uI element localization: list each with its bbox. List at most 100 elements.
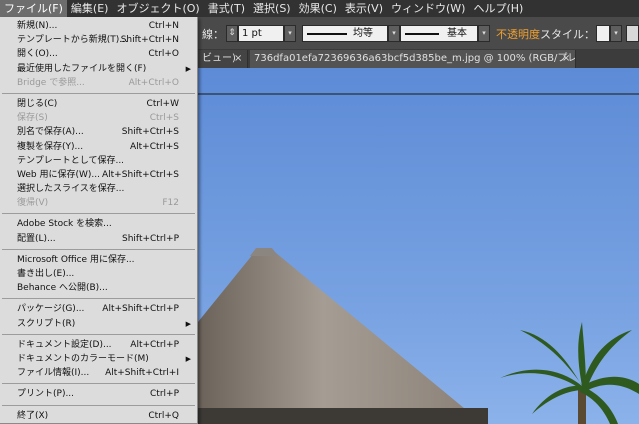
menu-item-label: テンプレートから新規(T)...: [17, 35, 128, 46]
menu-item-shortcut: Ctrl+Q: [148, 410, 179, 421]
file-menu-item[interactable]: Web 用に保存(W)... Alt+Shift+Ctrl+S: [0, 168, 197, 182]
menu-separator: [2, 213, 195, 215]
file-menu-item[interactable]: 最近使用したファイルを開く(F) ▶: [0, 62, 197, 76]
file-menu-item[interactable]: 閉じる(C) Ctrl+W: [0, 97, 197, 111]
menu-item-label: 新規(N)...: [17, 21, 58, 31]
menu-item-shortcut: Shift+Ctrl+N: [120, 35, 179, 46]
menu-item-shortcut: Ctrl+S: [149, 113, 179, 124]
file-menu-item[interactable]: 新規(N)... Ctrl+N: [0, 19, 197, 33]
menu-bar: ファイル(F) 編集(E) オブジェクト(O) 書式(T) 選択(S) 効果(C) 表示(V…: [0, 0, 639, 17]
variable-width-profile[interactable]: 均等: [302, 25, 388, 42]
menu-item-shortcut: Alt+Shift+Ctrl+P: [102, 304, 179, 315]
brush-definition[interactable]: 基本: [400, 25, 478, 42]
menu-5[interactable]: 効果(C): [295, 0, 341, 17]
menu-item-shortcut: Alt+Ctrl+P: [130, 339, 179, 350]
file-menu-item[interactable]: 別名で保存(A)... Shift+Ctrl+S: [0, 125, 197, 139]
menu-separator: [2, 383, 195, 385]
menu-item-label: Bridge で参照...: [17, 77, 85, 88]
menu-item-label: パッケージ(G)...: [17, 304, 85, 315]
menu-separator: [2, 333, 195, 335]
stroke-weight-stepper-icon[interactable]: ⇕: [226, 25, 238, 42]
file-menu-item[interactable]: 配置(L)... Shift+Ctrl+P: [0, 232, 197, 246]
document-setup-button[interactable]: [626, 25, 639, 42]
menu-item-label: Web 用に保存(W)...: [17, 169, 100, 180]
opacity-link[interactable]: 不透明度: [496, 26, 540, 42]
stroke-weight-dropdown-icon[interactable]: ▾: [284, 25, 296, 42]
menu-item-label: スクリプト(R): [17, 318, 76, 329]
file-menu-item: Bridge で参照... Alt+Ctrl+O: [0, 76, 197, 90]
tab-previous-close-icon[interactable]: ×: [234, 50, 242, 68]
menu-item-shortcut: Alt+Shift+Ctrl+I: [105, 368, 179, 379]
submenu-arrow-icon: ▶: [185, 354, 191, 363]
menu-separator: [2, 92, 195, 94]
style-dropdown-icon[interactable]: ▾: [610, 25, 622, 42]
menu-item-shortcut: Ctrl+O: [148, 49, 179, 60]
tab-active-document[interactable]: 736dfa01efa72369636a63bcf5d385be_m.jpg @…: [250, 50, 576, 68]
menu-item-shortcut: Shift+Ctrl+S: [121, 127, 179, 138]
menu-3[interactable]: 書式(T): [204, 0, 249, 17]
menu-item-label: プリント(P)...: [17, 389, 75, 400]
hut-base: [198, 408, 488, 424]
file-menu-item[interactable]: スクリプト(R) ▶: [0, 317, 197, 331]
menu-7[interactable]: ウィンドウ(W): [387, 0, 469, 17]
menu-item-shortcut: F12: [162, 198, 179, 209]
file-menu-item[interactable]: Adobe Stock を検索...: [0, 217, 197, 231]
menu-item-label: 閉じる(C): [17, 98, 58, 109]
menu-item-label: 複製を保存(Y)...: [17, 141, 84, 152]
menu-item-shortcut: Alt+Shift+Ctrl+S: [102, 169, 179, 180]
file-menu-item[interactable]: 開く(O)... Ctrl+O: [0, 47, 197, 61]
file-menu-item[interactable]: ドキュメント設定(D)... Alt+Ctrl+P: [0, 338, 197, 352]
menu-item-label: 書き出し(E)...: [17, 269, 75, 279]
menu-item-label: ドキュメント設定(D)...: [17, 339, 112, 350]
menu-item-label: テンプレートとして保存...: [17, 155, 125, 166]
menu-1[interactable]: 編集(E): [67, 0, 113, 17]
brush-label: 基本: [447, 28, 467, 39]
submenu-arrow-icon: ▶: [185, 64, 191, 73]
menu-item-label: 最近使用したファイルを開く(F): [17, 63, 147, 74]
brush-stroke-preview: [405, 33, 439, 35]
menu-item-shortcut: Ctrl+N: [148, 21, 179, 31]
graphic-style-swatch[interactable]: [596, 25, 610, 42]
menu-separator: [2, 404, 195, 406]
file-menu: 新規(N)... Ctrl+N テンプレートから新規(T)... Shift+Ctrl…: [0, 17, 198, 424]
file-menu-item[interactable]: 終了(X) Ctrl+Q: [0, 409, 197, 423]
menu-item-shortcut: Ctrl+W: [146, 98, 179, 109]
menu-item-shortcut: Ctrl+P: [150, 389, 179, 400]
file-menu-item[interactable]: ドキュメントのカラーモード(M) ▶: [0, 352, 197, 366]
style-label: スタイル：: [540, 28, 595, 41]
file-menu-item[interactable]: 選択したスライスを保存...: [0, 182, 197, 196]
tab-previous-title: ビュー): [202, 53, 236, 64]
menu-item-label: Adobe Stock を検索...: [17, 219, 112, 230]
brush-dropdown-icon[interactable]: ▾: [478, 25, 490, 42]
stroke-weight-field[interactable]: 1 pt: [238, 25, 284, 42]
menu-separator: [2, 248, 195, 250]
menu-item-label: 開く(O)...: [17, 49, 58, 60]
profile-label: 均等: [353, 28, 373, 39]
file-menu-item: 復帰(V) F12: [0, 196, 197, 210]
file-menu-item[interactable]: パッケージ(G)... Alt+Shift+Ctrl+P: [0, 302, 197, 316]
menu-item-label: 保存(S): [17, 113, 48, 124]
file-menu-item[interactable]: ファイル情報(I)... Alt+Shift+Ctrl+I: [0, 366, 197, 380]
file-menu-item: 保存(S) Ctrl+S: [0, 111, 197, 125]
menu-6[interactable]: 表示(V): [341, 0, 387, 17]
menu-item-label: 終了(X): [17, 410, 49, 421]
file-menu-item[interactable]: プリント(P)... Ctrl+P: [0, 387, 197, 401]
menu-item-label: Behance へ公開(B)...: [17, 283, 108, 294]
menu-item-label: ドキュメントのカラーモード(M): [17, 353, 149, 364]
file-menu-item[interactable]: Microsoft Office 用に保存...: [0, 253, 197, 267]
tab-active-close-icon[interactable]: ×: [562, 50, 570, 68]
menu-2[interactable]: オブジェクト(O): [112, 0, 203, 17]
profile-dropdown-icon[interactable]: ▾: [388, 25, 400, 42]
file-menu-item[interactable]: テンプレートとして保存...: [0, 154, 197, 168]
menu-4[interactable]: 選択(S): [249, 0, 295, 17]
menu-item-label: 復帰(V): [17, 198, 49, 209]
file-menu-item[interactable]: Behance へ公開(B)...: [0, 281, 197, 295]
file-menu-item[interactable]: 複製を保存(Y)... Alt+Ctrl+S: [0, 140, 197, 154]
menu-0[interactable]: ファイル(F): [0, 0, 67, 17]
file-menu-item[interactable]: 書き出し(E)...: [0, 267, 197, 281]
menu-8[interactable]: ヘルプ(H): [469, 0, 527, 17]
menu-item-shortcut: Shift+Ctrl+P: [122, 233, 179, 244]
menu-item-label: ファイル情報(I)...: [17, 368, 90, 379]
menu-item-label: Microsoft Office 用に保存...: [17, 254, 135, 265]
file-menu-item[interactable]: テンプレートから新規(T)... Shift+Ctrl+N: [0, 33, 197, 47]
